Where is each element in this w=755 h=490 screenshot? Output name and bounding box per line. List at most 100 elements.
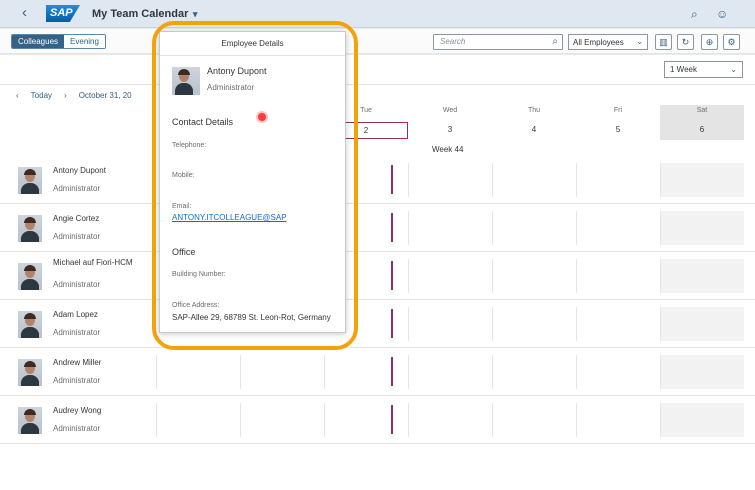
calendar-cell[interactable]	[408, 259, 492, 293]
employee-filter-value: All Employees	[573, 38, 624, 47]
chevron-down-icon: ▾	[190, 9, 198, 19]
person-name[interactable]: Angie Cortez	[53, 214, 99, 223]
calendar-cell[interactable]	[156, 403, 240, 437]
person-name[interactable]: Adam Lopez	[53, 310, 98, 319]
calendar-cell[interactable]	[660, 307, 744, 341]
today-marker	[391, 309, 393, 338]
next-icon[interactable]: ›	[64, 91, 67, 100]
week-label: Week 44	[432, 145, 464, 154]
segment-colleagues[interactable]: Colleagues	[12, 35, 65, 48]
day-header-thu[interactable]: Thu 4	[492, 105, 576, 140]
zoom-button[interactable]: ⊕	[701, 34, 718, 50]
calendar-cell[interactable]	[492, 211, 576, 245]
refresh-button[interactable]: ↻	[677, 34, 694, 50]
day-header-fri[interactable]: Fri 5	[576, 105, 660, 140]
email-link[interactable]: ANTONY.ITCOLLEAGUE@SAP	[172, 213, 287, 222]
today-marker	[391, 165, 393, 194]
calendar-cell[interactable]	[576, 163, 660, 197]
table-row[interactable]: Andrew Miller Administrator	[0, 349, 755, 396]
legend-button[interactable]: ▥	[655, 34, 672, 50]
calendar-cell[interactable]	[492, 259, 576, 293]
search-input[interactable]: Search ⌕	[433, 34, 563, 50]
calendar-cell[interactable]	[660, 355, 744, 389]
calendar-cell[interactable]	[240, 403, 324, 437]
calendar-cell[interactable]	[660, 403, 744, 437]
search-icon[interactable]: ⌕	[552, 36, 558, 47]
shell-bar: ‹ SAP My Team Calendar ▾ ⌕ ☺	[0, 0, 755, 28]
calendar-cell[interactable]	[408, 163, 492, 197]
person-role: Administrator	[53, 328, 101, 337]
calendar-cell[interactable]	[492, 163, 576, 197]
user-icon[interactable]: ☺	[716, 7, 728, 21]
calendar-cell[interactable]	[492, 355, 576, 389]
table-row[interactable]: Angie Cortez Administrator	[0, 205, 755, 252]
person-role: Administrator	[53, 424, 101, 433]
today-marker	[391, 357, 393, 386]
person-role: Administrator	[53, 376, 101, 385]
calendar-cell[interactable]	[576, 307, 660, 341]
search-icon[interactable]: ⌕	[691, 7, 698, 22]
person-name[interactable]: Andrew Miller	[53, 358, 101, 367]
employee-filter-select[interactable]: All Employees ⌄	[568, 34, 648, 50]
calendar-toolbar: Colleagues Evening Search ⌕ All Employee…	[0, 29, 755, 54]
person-role: Administrator	[53, 280, 101, 289]
period-select[interactable]: 1 Week ⌄	[664, 61, 743, 78]
calendar-cell[interactable]	[324, 403, 408, 437]
avatar[interactable]	[18, 263, 42, 290]
calendar-cell[interactable]	[408, 355, 492, 389]
avatar[interactable]	[18, 407, 42, 434]
back-icon[interactable]: ‹	[22, 5, 36, 20]
avatar[interactable]	[18, 359, 42, 386]
telephone-label: Telephone:	[172, 142, 207, 149]
today-marker	[391, 405, 393, 434]
table-row[interactable]: Michael auf Fiori-HCM Administrator	[0, 253, 755, 300]
day-header-wed[interactable]: Wed 3	[408, 105, 492, 140]
employee-role: Administrator	[207, 83, 255, 92]
calendar-cell[interactable]	[576, 211, 660, 245]
view-row: 1 Week ⌄	[0, 55, 755, 85]
calendar-cell[interactable]	[156, 355, 240, 389]
calendar-cell[interactable]	[324, 355, 408, 389]
person-name[interactable]: Audrey Wong	[53, 406, 101, 415]
building-number-label: Building Number:	[172, 271, 226, 278]
office-address-value: SAP-Allee 29, 68789 St. Leon-Rot, German…	[172, 313, 331, 322]
table-row[interactable]: Adam Lopez Administrator	[0, 301, 755, 348]
mobile-label: Mobile:	[172, 172, 195, 179]
today-button[interactable]: Today	[31, 91, 52, 100]
calendar-cell[interactable]	[660, 259, 744, 293]
segment-evening[interactable]: Evening	[64, 35, 105, 48]
employee-name: Antony Dupont	[207, 66, 267, 76]
person-name[interactable]: Michael auf Fiori-HCM	[53, 258, 133, 267]
employee-details-popover: Employee Details Antony Dupont Administr…	[159, 31, 346, 333]
period-select-value: 1 Week	[670, 65, 697, 74]
person-name[interactable]: Antony Dupont	[53, 166, 106, 175]
calendar-cell[interactable]	[576, 355, 660, 389]
calendar-cell[interactable]	[408, 403, 492, 437]
email-label: Email:	[172, 203, 192, 210]
calendar-cell[interactable]	[240, 355, 324, 389]
table-row[interactable]: Audrey Wong Administrator	[0, 397, 755, 444]
settings-button[interactable]: ⚙	[723, 34, 740, 50]
cursor-indicator	[258, 113, 266, 121]
today-marker	[391, 213, 393, 242]
search-placeholder: Search	[440, 37, 466, 46]
calendar-cell[interactable]	[408, 307, 492, 341]
calendar-cell[interactable]	[576, 403, 660, 437]
office-address-label: Office Address:	[172, 302, 220, 309]
avatar[interactable]	[18, 215, 42, 242]
avatar	[172, 67, 200, 95]
calendar-cell[interactable]	[660, 163, 744, 197]
avatar[interactable]	[18, 311, 42, 338]
calendar-cell[interactable]	[576, 259, 660, 293]
contact-details-heading: Contact Details	[172, 117, 234, 127]
calendar-cell[interactable]	[660, 211, 744, 245]
app-title[interactable]: My Team Calendar ▾	[92, 8, 197, 20]
previous-icon[interactable]: ‹	[16, 91, 19, 100]
date-range-picker[interactable]: October 31, 20	[79, 91, 132, 100]
avatar[interactable]	[18, 167, 42, 194]
calendar-cell[interactable]	[408, 211, 492, 245]
day-header-sat[interactable]: Sat 6	[660, 105, 744, 140]
calendar-cell[interactable]	[492, 307, 576, 341]
table-row[interactable]: Antony Dupont Administrator	[0, 157, 755, 204]
calendar-cell[interactable]	[492, 403, 576, 437]
